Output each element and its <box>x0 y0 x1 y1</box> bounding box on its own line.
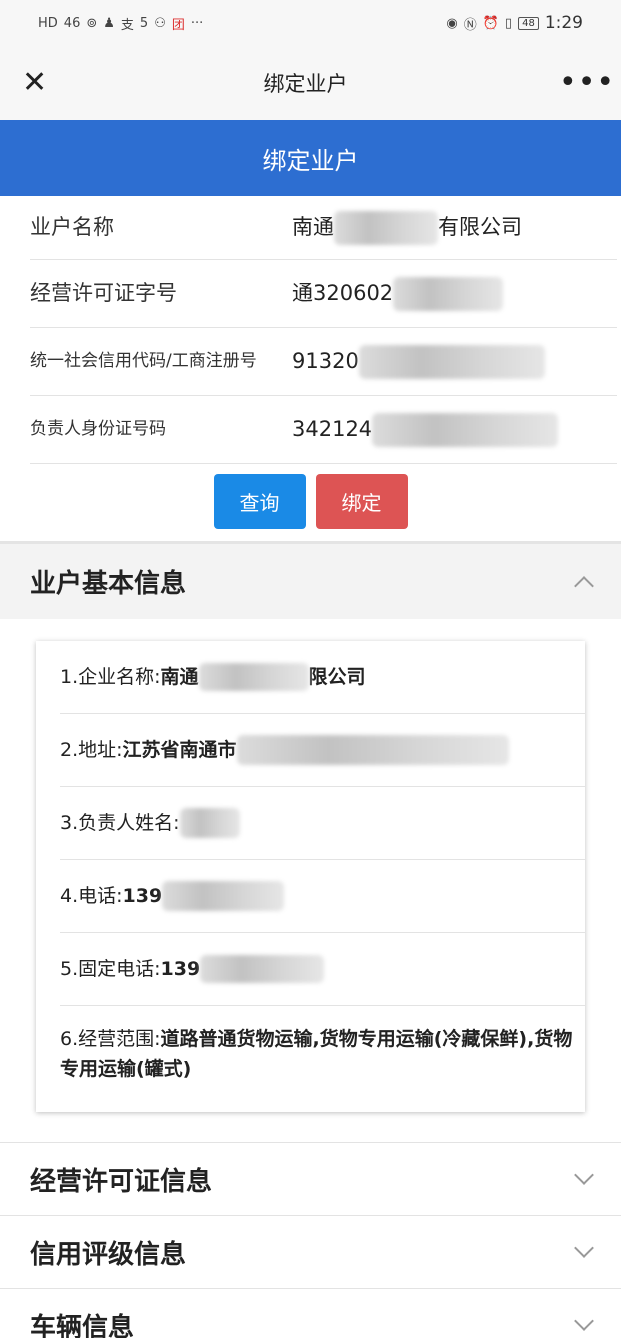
redacted-area <box>393 276 504 311</box>
clock: 1:29 <box>544 13 583 33</box>
credit-code-value: 91320 <box>292 348 359 373</box>
close-icon[interactable]: ✕ <box>22 68 52 98</box>
status-bar: HD 46 ⊚ ♟ 支 5 ⚇ 团 ··· ◉ Ⓝ ⏰ ▯ 48 1:29 <box>0 0 621 46</box>
query-button[interactable]: 查询 <box>213 474 306 529</box>
qq-icon: ♟ <box>103 15 115 31</box>
license-number-value: 通320602 <box>292 280 394 305</box>
page-title: 绑定业户 <box>262 146 359 175</box>
info-value: 139 <box>160 957 201 980</box>
info-label: 6.经营范围: <box>60 1028 161 1050</box>
label-credit-code: 统一社会信用代码/工商注册号 <box>30 350 257 371</box>
page-header: 绑定业户 <box>0 120 621 196</box>
alipay-icon: 支 <box>120 17 134 33</box>
label-license-number: 经营许可证字号 <box>30 281 177 306</box>
redacted-area <box>236 735 509 765</box>
form-row-id-number: 负责人身份证号码 342124 <box>30 396 617 464</box>
input-credit-code[interactable]: 91320 <box>292 344 545 379</box>
redacted-area <box>179 808 240 838</box>
info-label: 2.地址: <box>60 738 123 761</box>
section-license-info-title: 经营许可证信息 <box>30 1166 213 1197</box>
form-row-license-number: 经营许可证字号 通320602 <box>30 260 617 328</box>
chevron-down-icon <box>574 1238 594 1258</box>
vibrate-icon: ▯ <box>504 15 513 31</box>
redacted-area <box>372 412 559 447</box>
redacted-area <box>358 344 545 379</box>
bind-form: 业户名称 南通 有限公司 经营许可证字号 通320602 统一社会信用代码/工商注… <box>0 196 621 464</box>
info-landline: 5.固定电话: 139 <box>60 933 585 1006</box>
info-label: 3.负责人姓名: <box>60 811 180 834</box>
info-business-scope-text: 6.经营范围:道路普通货物运输,货物专用运输(冷藏保鲜),货物专用运输(罐式) <box>60 1024 585 1085</box>
more-notifications-icon: ··· <box>190 15 204 31</box>
nav-bar: ✕ 绑定业户 ••• <box>0 46 621 120</box>
label-business-name: 业户名称 <box>30 215 114 240</box>
id-number-value: 342124 <box>292 416 373 441</box>
input-id-number[interactable]: 342124 <box>292 412 559 447</box>
redacted-area <box>162 881 285 911</box>
info-label: 5.固定电话: <box>60 957 161 980</box>
alarm-icon: ⏰ <box>482 15 499 31</box>
info-value-suffix: 限公司 <box>308 665 366 688</box>
section-vehicle-info-title: 车辆信息 <box>30 1312 135 1338</box>
info-label: 4.电话: <box>60 884 123 907</box>
info-company-name: 1.企业名称: 南通 限公司 <box>60 641 585 714</box>
form-row-credit-code: 统一社会信用代码/工商注册号 91320 <box>30 328 617 396</box>
nav-title: 绑定业户 <box>263 72 348 96</box>
signal-icon: 46 <box>63 15 81 31</box>
nfc-icon: Ⓝ <box>463 17 477 33</box>
info-value: 139 <box>122 884 163 907</box>
hd-icon: HD <box>38 15 58 31</box>
info-value: 江苏省南通市 <box>122 738 237 761</box>
info-business-scope: 6.经营范围:道路普通货物运输,货物专用运输(冷藏保鲜),货物专用运输(罐式) <box>60 1006 585 1106</box>
business-name-value: 南通 <box>292 214 334 239</box>
app-shield-icon: ⚇ <box>154 15 166 31</box>
app-5-icon: 5 <box>139 15 149 31</box>
section-basic-info-header[interactable]: 业户基本信息 <box>0 541 621 619</box>
section-basic-info-title: 业户基本信息 <box>30 569 187 599</box>
status-left: HD 46 ⊚ ♟ 支 5 ⚇ 团 ··· <box>38 14 203 33</box>
redacted-area <box>200 955 325 983</box>
hotspot-icon: ⊚ <box>86 15 98 31</box>
form-actions: 查询 绑定 <box>0 464 621 541</box>
input-license-number[interactable]: 通320602 <box>292 276 504 311</box>
eye-icon: ◉ <box>446 15 458 31</box>
chevron-up-icon <box>574 575 594 596</box>
redacted-area <box>198 663 309 691</box>
section-license-info-header[interactable]: 经营许可证信息 <box>0 1142 621 1215</box>
info-address: 2.地址: 江苏省南通市 <box>60 714 585 787</box>
status-right: ◉ Ⓝ ⏰ ▯ 48 1:29 <box>446 13 583 33</box>
chevron-down-icon <box>574 1311 594 1331</box>
info-contact-name: 3.负责人姓名: <box>60 787 585 860</box>
basic-info-card: 1.企业名称: 南通 限公司 2.地址: 江苏省南通市 3.负责人姓名: 4.电… <box>36 641 585 1112</box>
chevron-down-icon <box>574 1165 594 1185</box>
section-vehicle-info-header[interactable]: 车辆信息 <box>0 1288 621 1338</box>
form-row-business-name: 业户名称 南通 有限公司 <box>30 196 617 260</box>
more-options-icon[interactable]: ••• <box>559 68 614 98</box>
app-red-icon: 团 <box>171 17 185 33</box>
bind-button[interactable]: 绑定 <box>315 474 408 529</box>
info-phone: 4.电话: 139 <box>60 860 585 933</box>
info-label: 1.企业名称: <box>60 665 161 688</box>
label-id-number: 负责人身份证号码 <box>30 418 166 439</box>
input-business-name[interactable]: 南通 有限公司 <box>292 210 522 245</box>
business-name-suffix: 有限公司 <box>438 214 522 239</box>
redacted-area <box>334 210 438 245</box>
battery-icon: 48 <box>518 16 539 30</box>
section-credit-info-title: 信用评级信息 <box>30 1239 187 1270</box>
info-value: 南通 <box>160 665 199 688</box>
section-credit-info-header[interactable]: 信用评级信息 <box>0 1215 621 1288</box>
